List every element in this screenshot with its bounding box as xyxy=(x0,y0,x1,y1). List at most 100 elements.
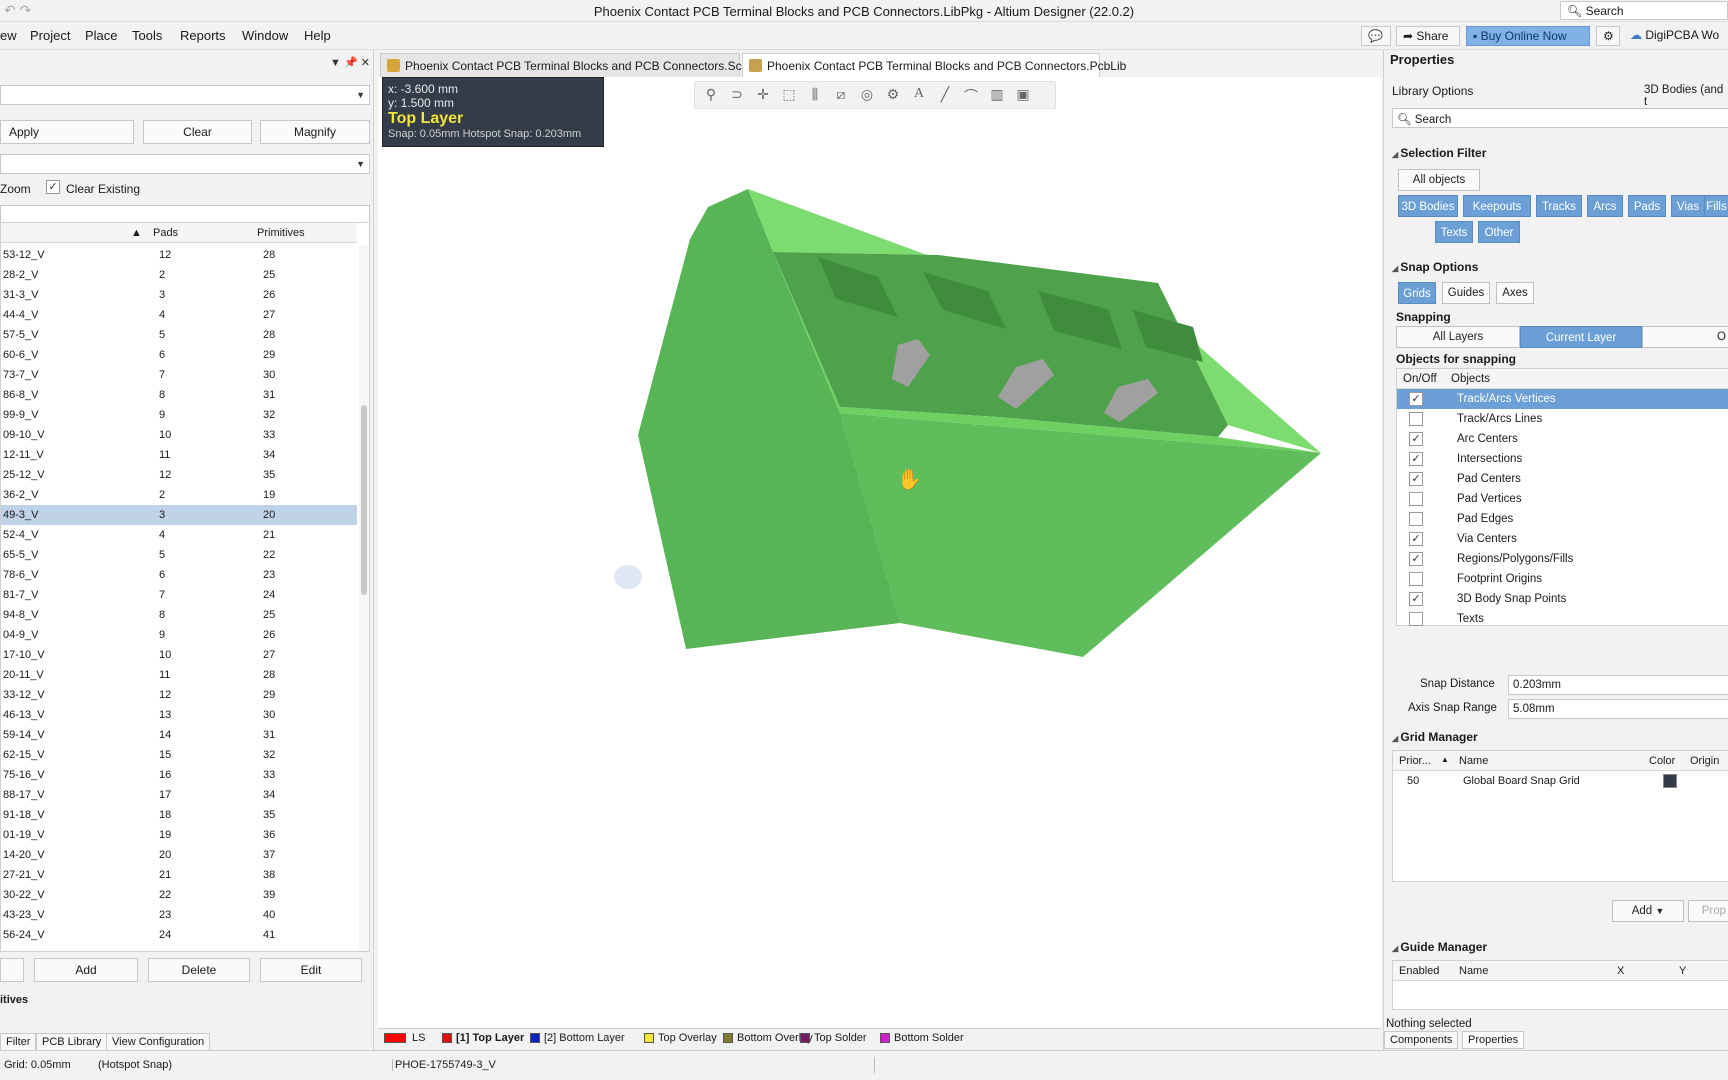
axis-snap-range-input[interactable]: 5.08mm xyxy=(1508,699,1728,719)
filter-chip-arcs[interactable]: Arcs xyxy=(1587,195,1623,217)
snap-object-checkbox[interactable]: ✓ xyxy=(1409,552,1423,566)
pcb-3d-canvas[interactable]: x: -3.600 mm y: 1.500 mm Top Layer Snap:… xyxy=(378,77,1381,1028)
layer-tab[interactable]: LS xyxy=(384,1032,425,1044)
col-primitives[interactable]: Primitives xyxy=(257,227,305,239)
snap-object-row[interactable]: ✓ Pad Centers xyxy=(1397,469,1728,489)
all-objects-button[interactable]: All objects xyxy=(1398,169,1480,191)
table-row[interactable]: 17-10_V 10 27 xyxy=(1,645,357,665)
table-row[interactable]: 62-15_V 15 32 xyxy=(1,745,357,765)
edit-button[interactable]: Edit xyxy=(260,958,362,982)
table-row[interactable]: 91-18_V 18 35 xyxy=(1,805,357,825)
menu-tools[interactable]: Tools xyxy=(132,28,162,43)
col-pads[interactable]: Pads xyxy=(153,227,178,239)
magnify-button[interactable]: Magnify xyxy=(260,120,370,144)
add-button[interactable]: Add xyxy=(34,958,138,982)
snap-object-checkbox[interactable]: ✓ xyxy=(1409,392,1423,406)
snap-object-row[interactable]: ✓ Intersections xyxy=(1397,449,1728,469)
tab-pcb-library[interactable]: PCB Library xyxy=(36,1033,108,1051)
feedback-icon[interactable]: 💬 xyxy=(1361,26,1391,46)
table-row[interactable]: 12-11_V 11 34 xyxy=(1,445,357,465)
snap-object-checkbox[interactable]: ✓ xyxy=(1409,472,1423,486)
guides-button[interactable]: Guides xyxy=(1442,282,1490,304)
filter-chip-other[interactable]: Other xyxy=(1478,221,1520,243)
col-name[interactable]: Name xyxy=(1459,755,1488,767)
tab-schlib[interactable]: Phoenix Contact PCB Terminal Blocks and … xyxy=(380,53,764,77)
snap-object-row[interactable]: ✓ Regions/Polygons/Fills xyxy=(1397,549,1728,569)
col-y[interactable]: Y xyxy=(1679,965,1686,977)
layer-tab[interactable]: Bottom Solder xyxy=(880,1032,964,1044)
table-row[interactable]: 14-20_V 20 37 xyxy=(1,845,357,865)
guide-manager-title[interactable]: Guide Manager xyxy=(1392,940,1487,954)
table-row[interactable]: 94-8_V 8 25 xyxy=(1,605,357,625)
table-row[interactable]: 44-4_V 4 27 xyxy=(1,305,357,325)
table-row[interactable]: 01-19_V 19 36 xyxy=(1,825,357,845)
tab-filter[interactable]: Filter xyxy=(0,1033,37,1051)
layer-tab[interactable]: [1] Top Layer xyxy=(442,1032,524,1044)
table-row[interactable]: 86-8_V 8 31 xyxy=(1,385,357,405)
filter-chip-keepouts[interactable]: Keepouts xyxy=(1463,195,1531,217)
table-row[interactable]: 31-3_V 3 26 xyxy=(1,285,357,305)
clear-button[interactable]: Clear xyxy=(143,120,252,144)
snap-object-row[interactable]: Texts xyxy=(1397,609,1728,629)
table-row[interactable]: 30-22_V 22 39 xyxy=(1,885,357,905)
table-row[interactable]: 49-3_V 3 20 xyxy=(1,505,357,525)
table-row[interactable]: 65-5_V 5 22 xyxy=(1,545,357,565)
menu-view[interactable]: ew xyxy=(0,28,17,43)
properties-search-input[interactable]: 🔍︎ Search xyxy=(1392,108,1728,128)
col-color[interactable]: Color xyxy=(1649,755,1675,767)
footprint-filter-input[interactable] xyxy=(0,205,370,223)
grids-button[interactable]: Grids xyxy=(1398,282,1436,304)
table-row[interactable]: 99-9_V 9 32 xyxy=(1,405,357,425)
snap-object-row[interactable]: ✓ 3D Body Snap Points xyxy=(1397,589,1728,609)
table-row[interactable]: 09-10_V 10 33 xyxy=(1,425,357,445)
col-enabled[interactable]: Enabled xyxy=(1399,965,1439,977)
filter-chip-fills[interactable]: Fills xyxy=(1704,195,1728,217)
snap-object-checkbox[interactable] xyxy=(1409,572,1423,586)
snap-object-checkbox[interactable] xyxy=(1409,612,1423,626)
filter-chip-tracks[interactable]: Tracks xyxy=(1536,195,1582,217)
buy-online-button[interactable]: ▪ Buy Online Now xyxy=(1466,26,1590,46)
table-row[interactable]: 56-24_V 24 41 xyxy=(1,925,357,945)
filter-chip-texts[interactable]: Texts xyxy=(1435,221,1473,243)
scroll-thumb[interactable] xyxy=(361,405,367,595)
tab-pcblib[interactable]: Phoenix Contact PCB Terminal Blocks and … xyxy=(742,53,1126,77)
delete-button[interactable]: Delete xyxy=(148,958,250,982)
digipcba-button[interactable]: ☁ DigiPCBA Wo xyxy=(1624,26,1728,46)
snap-object-checkbox[interactable]: ✓ xyxy=(1409,452,1423,466)
tab-components[interactable]: Components xyxy=(1384,1031,1459,1049)
filter-chip-3d-bodies[interactable]: 3D Bodies xyxy=(1398,195,1458,217)
table-row[interactable]: 59-14_V 14 31 xyxy=(1,725,357,745)
snap-object-row[interactable]: Pad Edges xyxy=(1397,509,1728,529)
table-row[interactable]: 53-12_V 12 28 xyxy=(1,245,357,265)
table-row[interactable]: 73-7_V 7 30 xyxy=(1,365,357,385)
layer-tab[interactable]: Top Overlay xyxy=(644,1032,717,1044)
table-row[interactable]: 27-21_V 21 38 xyxy=(1,865,357,885)
filter-chip-pads[interactable]: Pads xyxy=(1628,195,1666,217)
properties-grid-button[interactable]: Prop xyxy=(1688,900,1728,922)
current-layer-tab[interactable]: Current Layer xyxy=(1520,326,1642,348)
layer-tab[interactable]: Top Solder xyxy=(800,1032,867,1044)
snap-object-row[interactable]: Pad Vertices xyxy=(1397,489,1728,509)
grid-color-swatch[interactable] xyxy=(1663,774,1677,788)
share-button[interactable]: ➦ Share xyxy=(1396,26,1460,46)
table-row[interactable]: 52-4_V 4 21 xyxy=(1,525,357,545)
grid-row[interactable]: 50 Global Board Snap Grid xyxy=(1393,771,1728,791)
sort-asc-icon[interactable]: ▲ xyxy=(131,227,142,239)
axes-button[interactable]: Axes xyxy=(1496,282,1534,304)
snap-options-title[interactable]: Snap Options xyxy=(1392,260,1478,274)
menu-reports[interactable]: Reports xyxy=(180,28,226,43)
snap-object-checkbox[interactable] xyxy=(1409,492,1423,506)
table-row[interactable]: 04-9_V 9 26 xyxy=(1,625,357,645)
panel-controls-icon[interactable]: ▼ 📌 ✕ xyxy=(330,56,370,69)
col-priority[interactable]: Prior... xyxy=(1399,755,1431,767)
snap-object-row[interactable]: Track/Arcs Lines xyxy=(1397,409,1728,429)
bodies-filter-label[interactable]: 3D Bodies (and t xyxy=(1644,84,1728,108)
snap-object-checkbox[interactable] xyxy=(1409,512,1423,526)
menu-project[interactable]: Project xyxy=(30,28,70,43)
snap-distance-input[interactable]: 0.203mm xyxy=(1508,675,1728,695)
table-row[interactable]: 60-6_V 6 29 xyxy=(1,345,357,365)
snap-object-row[interactable]: ✓ Track/Arcs Vertices xyxy=(1397,389,1728,409)
table-row[interactable]: 81-7_V 7 24 xyxy=(1,585,357,605)
apply-button[interactable]: Apply xyxy=(0,120,134,144)
col-guide-name[interactable]: Name xyxy=(1459,965,1488,977)
